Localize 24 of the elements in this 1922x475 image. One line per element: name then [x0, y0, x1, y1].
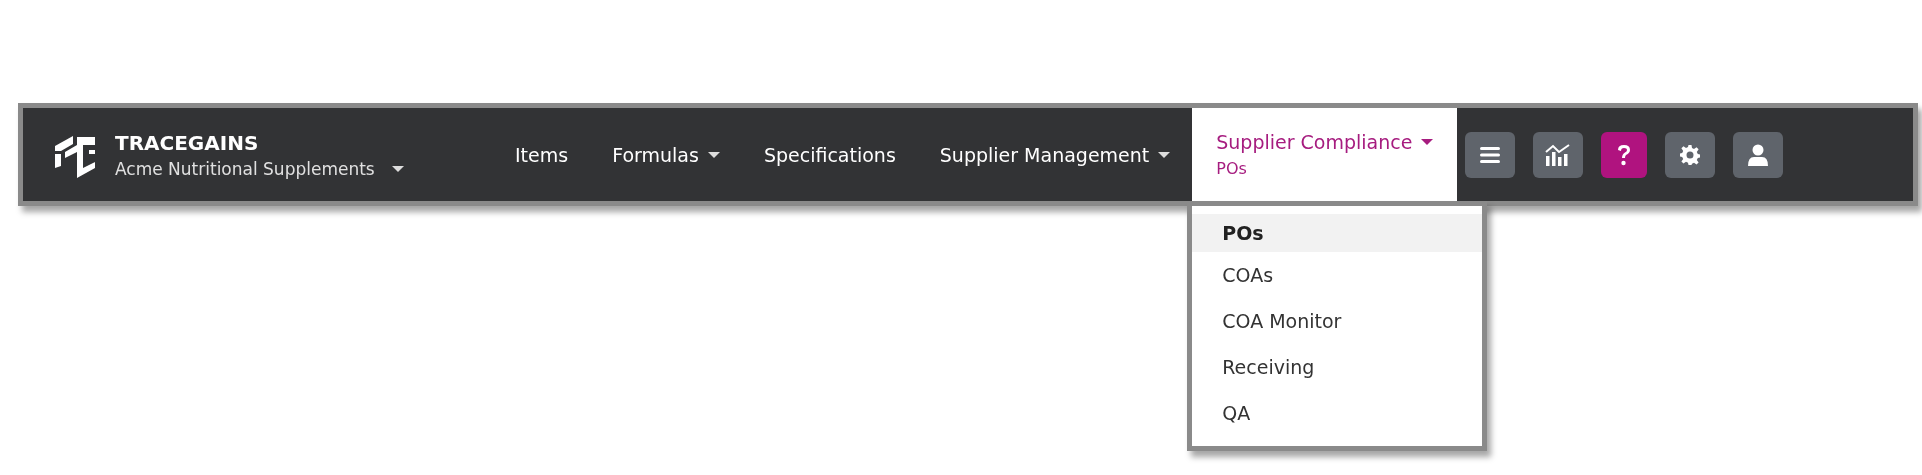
brand-name: TRACEGAINS: [115, 130, 259, 155]
nav-tab[interactable]: Formulas: [590, 108, 742, 201]
nav-label: Supplier Compliance: [1216, 131, 1434, 153]
caret-icon: [391, 165, 404, 172]
user-button[interactable]: [1733, 131, 1784, 178]
menu-item[interactable]: COAs: [1192, 252, 1483, 298]
analytics-button[interactable]: [1533, 131, 1584, 178]
menu-icon: [1480, 145, 1501, 164]
menu-button[interactable]: [1465, 131, 1516, 178]
settings-button[interactable]: [1665, 131, 1716, 178]
menu-item[interactable]: QA: [1192, 390, 1483, 436]
current-page-label: POs: [1216, 159, 1247, 178]
user-icon: [1748, 143, 1769, 166]
help-button[interactable]: [1601, 131, 1648, 178]
nav-tab[interactable]: Supplier Management: [917, 108, 1193, 201]
question-icon: [1616, 143, 1633, 166]
chart-icon: [1545, 143, 1572, 166]
menu-item[interactable]: Receiving: [1192, 344, 1483, 390]
menu-item[interactable]: POs: [1192, 214, 1483, 252]
organization-switcher[interactable]: Acme Nutritional Supplements: [115, 158, 404, 179]
nav-tab[interactable]: Items: [493, 108, 591, 201]
gear-icon: [1680, 144, 1701, 165]
nav-tab[interactable]: Specifications: [741, 108, 918, 201]
menu-item[interactable]: COA Monitor: [1192, 298, 1483, 344]
